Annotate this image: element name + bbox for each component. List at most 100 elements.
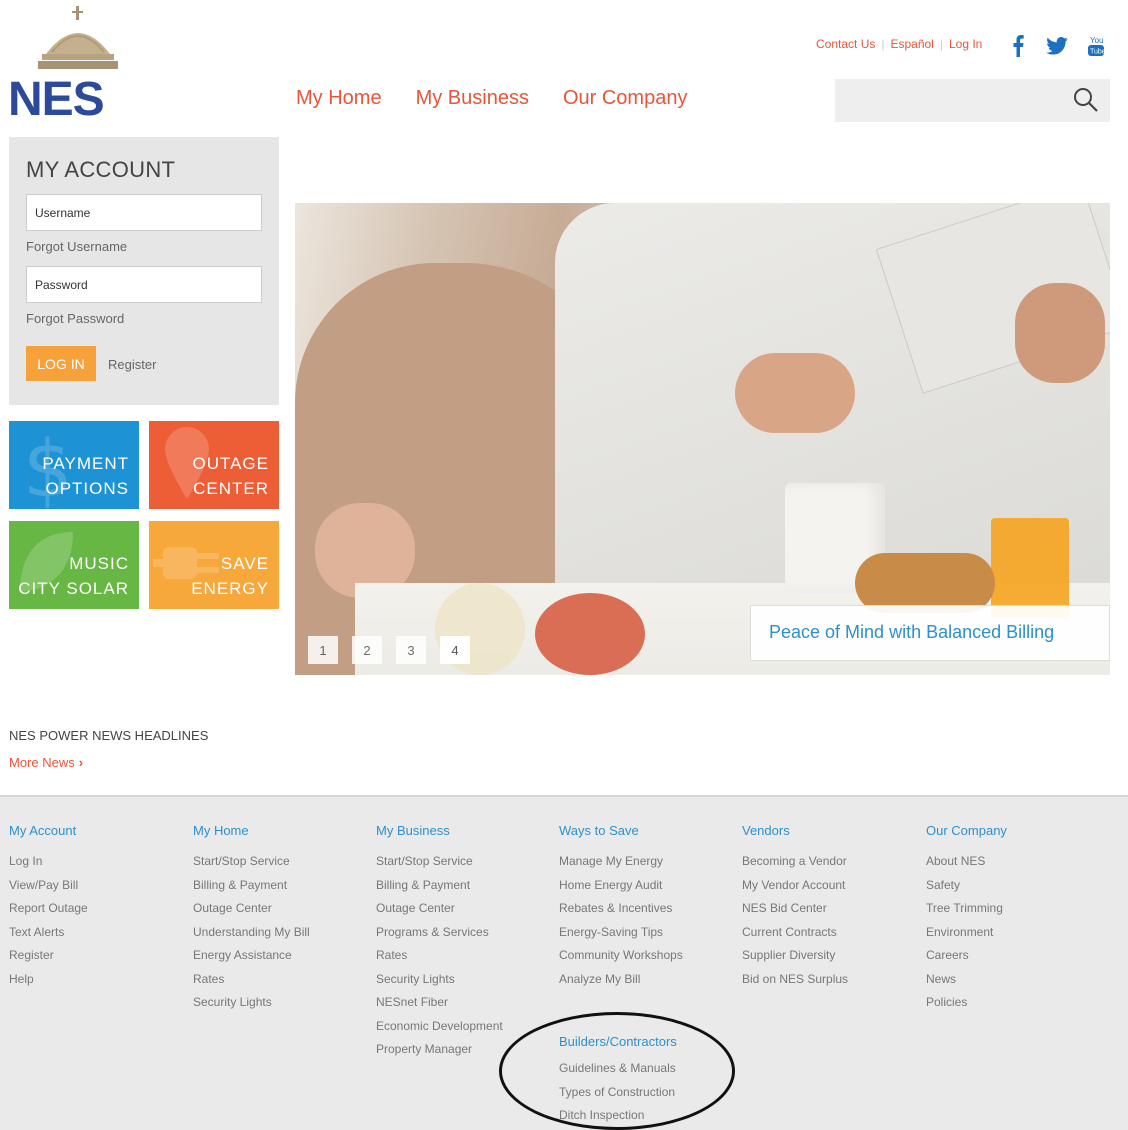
espanol-link[interactable]: Español xyxy=(890,37,933,51)
footer-link[interactable]: Current Contracts xyxy=(742,921,848,945)
log-in-link[interactable]: Log In xyxy=(949,37,982,51)
footer-link[interactable]: Community Workshops xyxy=(559,944,683,968)
footer-link[interactable]: News xyxy=(926,968,1007,992)
slide-dot[interactable]: 2 xyxy=(352,636,382,664)
footer-heading[interactable]: My Account xyxy=(9,823,88,838)
footer-heading[interactable]: My Business xyxy=(376,823,503,838)
footer-link[interactable]: NESnet Fiber xyxy=(376,991,503,1015)
my-account-panel: MY ACCOUNT Forgot Username Forgot Passwo… xyxy=(9,137,279,405)
tile-label: OUTAGE xyxy=(192,454,269,473)
register-link[interactable]: Register xyxy=(108,357,156,372)
footer-link[interactable]: Security Lights xyxy=(193,991,310,1015)
username-field[interactable] xyxy=(26,194,262,231)
chevron-right-icon: › xyxy=(78,755,84,770)
footer-link[interactable]: Text Alerts xyxy=(9,921,88,945)
nav-my-business[interactable]: My Business xyxy=(416,87,529,110)
search-icon[interactable] xyxy=(1072,86,1100,114)
footer-heading[interactable]: Ways to Save xyxy=(559,823,683,838)
footer-link[interactable]: Economic Development xyxy=(376,1015,503,1039)
footer-link[interactable]: Programs & Services xyxy=(376,921,503,945)
tile-label: PAYMENT xyxy=(42,454,129,473)
news-heading: NES POWER NEWS HEADLINES xyxy=(9,728,209,743)
music-city-solar-tile[interactable]: MUSIC CITY SOLAR xyxy=(9,521,139,609)
footer-link[interactable]: Analyze My Bill xyxy=(559,968,683,992)
outage-center-tile[interactable]: OUTAGE CENTER xyxy=(149,421,279,509)
footer-col-our-company: Our Company About NES Safety Tree Trimmi… xyxy=(926,823,1007,1015)
facebook-icon[interactable] xyxy=(1010,34,1026,58)
tile-label: CITY SOLAR xyxy=(18,579,129,598)
footer-link[interactable]: Start/Stop Service xyxy=(193,850,310,874)
footer-col-my-business: My Business Start/Stop Service Billing &… xyxy=(376,823,503,1062)
hero-caption[interactable]: Peace of Mind with Balanced Billing xyxy=(750,605,1110,661)
password-field[interactable] xyxy=(26,266,262,303)
footer-link[interactable]: My Vendor Account xyxy=(742,874,848,898)
utility-links: Contact Us | Español | Log In xyxy=(816,37,982,51)
footer-link[interactable]: Environment xyxy=(926,921,1007,945)
youtube-icon[interactable]: You Tube xyxy=(1086,34,1106,58)
footer-link[interactable]: View/Pay Bill xyxy=(9,874,88,898)
footer-link[interactable]: Billing & Payment xyxy=(193,874,310,898)
highlight-circle-annotation xyxy=(499,1012,735,1130)
nav-our-company[interactable]: Our Company xyxy=(563,87,688,110)
footer-link[interactable]: Security Lights xyxy=(376,968,503,992)
main-nav: My Home My Business Our Company xyxy=(296,87,687,110)
footer-link[interactable]: Report Outage xyxy=(9,897,88,921)
footer-link[interactable]: Supplier Diversity xyxy=(742,944,848,968)
footer-link[interactable]: NES Bid Center xyxy=(742,897,848,921)
divider: | xyxy=(939,37,943,51)
footer-link[interactable]: Becoming a Vendor xyxy=(742,850,848,874)
footer-link[interactable]: Register xyxy=(9,944,88,968)
more-news-link[interactable]: More News › xyxy=(9,755,83,770)
footer-link[interactable]: Safety xyxy=(926,874,1007,898)
twitter-icon[interactable] xyxy=(1045,34,1069,58)
footer-link[interactable]: Rebates & Incentives xyxy=(559,897,683,921)
footer-link[interactable]: Billing & Payment xyxy=(376,874,503,898)
footer-link[interactable]: Help xyxy=(9,968,88,992)
slider-pagination: 1 2 3 4 xyxy=(308,636,470,664)
log-in-button[interactable]: LOG IN xyxy=(26,346,96,381)
footer-link[interactable]: Energy-Saving Tips xyxy=(559,921,683,945)
footer-col-vendors: Vendors Becoming a Vendor My Vendor Acco… xyxy=(742,823,848,991)
footer-link[interactable]: Rates xyxy=(193,968,310,992)
footer-link[interactable]: Tree Trimming xyxy=(926,897,1007,921)
forgot-password-link[interactable]: Forgot Password xyxy=(26,311,124,326)
footer-heading[interactable]: Vendors xyxy=(742,823,848,838)
footer-link[interactable]: About NES xyxy=(926,850,1007,874)
footer-link[interactable]: Outage Center xyxy=(376,897,503,921)
svg-text:You: You xyxy=(1090,36,1104,45)
nes-logo[interactable]: NES xyxy=(8,6,153,124)
footer-heading[interactable]: My Home xyxy=(193,823,310,838)
search-input[interactable] xyxy=(835,79,1110,122)
account-title: MY ACCOUNT xyxy=(26,157,176,182)
footer-link[interactable]: Energy Assistance xyxy=(193,944,310,968)
more-news-label: More News xyxy=(9,755,75,770)
payment-options-tile[interactable]: $ PAYMENT OPTIONS xyxy=(9,421,139,509)
footer-link[interactable]: Understanding My Bill xyxy=(193,921,310,945)
forgot-username-link[interactable]: Forgot Username xyxy=(26,239,127,254)
footer-col-my-home: My Home Start/Stop Service Billing & Pay… xyxy=(193,823,310,1015)
footer-link[interactable]: Bid on NES Surplus xyxy=(742,968,848,992)
footer-link[interactable]: Property Manager xyxy=(376,1038,503,1062)
contact-us-link[interactable]: Contact Us xyxy=(816,37,875,51)
slide-dot-active[interactable]: 4 xyxy=(440,636,470,664)
slide-dot[interactable]: 3 xyxy=(396,636,426,664)
footer-link[interactable]: Start/Stop Service xyxy=(376,850,503,874)
footer-link[interactable]: Log In xyxy=(9,850,88,874)
slide-dot[interactable]: 1 xyxy=(308,636,338,664)
footer-link[interactable]: Careers xyxy=(926,944,1007,968)
tile-label: OPTIONS xyxy=(45,479,129,498)
footer-link[interactable]: Rates xyxy=(376,944,503,968)
nav-my-home[interactable]: My Home xyxy=(296,87,382,110)
divider: | xyxy=(881,37,885,51)
footer-link[interactable]: Policies xyxy=(926,991,1007,1015)
tile-label: MUSIC xyxy=(69,554,129,573)
footer-col-my-account: My Account Log In View/Pay Bill Report O… xyxy=(9,823,88,991)
tile-label: ENERGY xyxy=(191,579,269,598)
footer-link[interactable]: Home Energy Audit xyxy=(559,874,683,898)
footer-heading[interactable]: Our Company xyxy=(926,823,1007,838)
footer-link[interactable]: Manage My Energy xyxy=(559,850,683,874)
footer-link[interactable]: Outage Center xyxy=(193,897,310,921)
footer-col-ways-to-save: Ways to Save Manage My Energy Home Energ… xyxy=(559,823,683,991)
logo-text: NES xyxy=(8,73,105,126)
save-energy-tile[interactable]: SAVE ENERGY xyxy=(149,521,279,609)
